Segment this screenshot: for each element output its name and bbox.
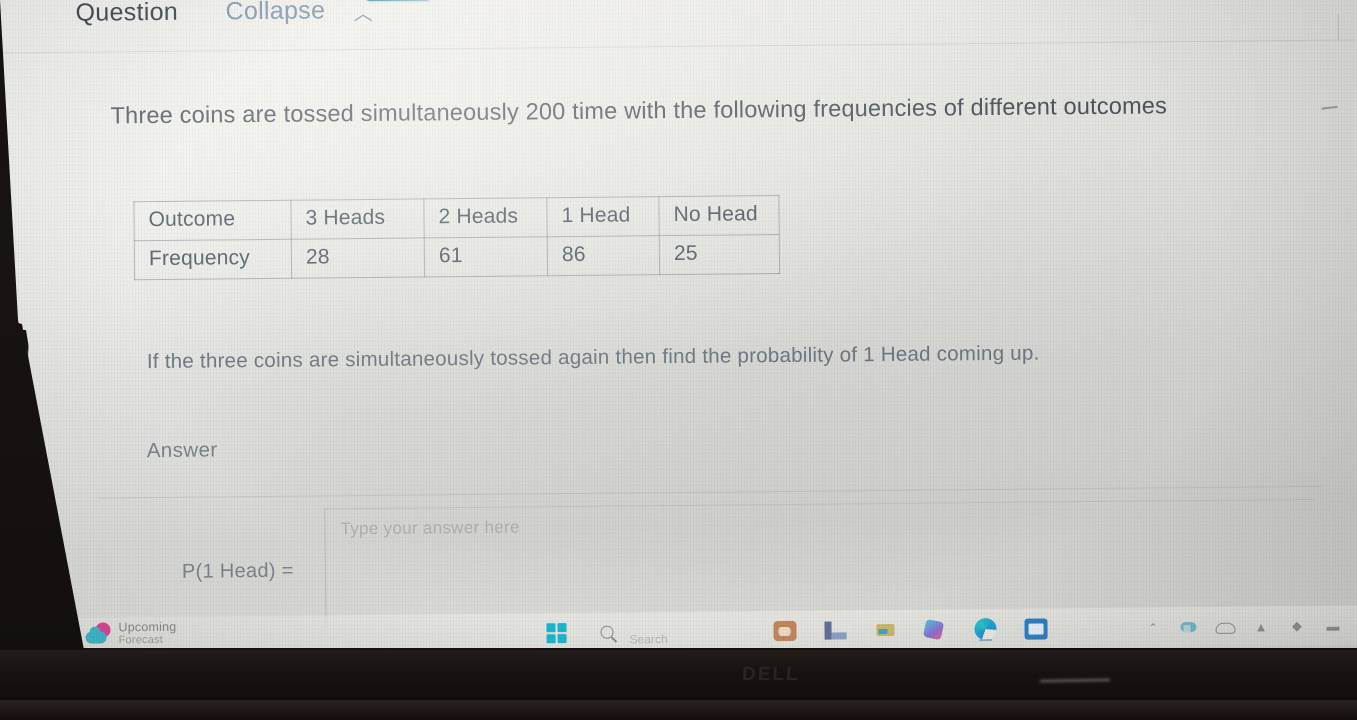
table-cell-outcome-nohead: No Head [658,195,780,236]
file-explorer-icon[interactable] [822,617,848,643]
bezel-lower-edge [0,700,1357,720]
frequency-table: Outcome 3 Heads 2 Heads 1 Head No Head F… [133,195,780,280]
photos-icon[interactable] [773,620,797,642]
right-dash-mark [1321,105,1338,110]
volume-icon[interactable]: ◆ [1287,616,1306,635]
table-cell-outcome-1head: 1 Head [546,196,660,237]
highlight-pill-button[interactable] [365,0,432,1]
edge-icon[interactable] [972,616,998,642]
question-header-label: Question [75,0,179,27]
weather-subtitle: Forecast [118,634,164,647]
question-toolbar: Question Collapse ︿ [0,0,1355,31]
mail-icon[interactable] [1024,617,1048,640]
table-cell-frequency-3heads: 28 [291,237,425,279]
question-followup-text: If the three coins are simultaneously to… [146,341,1040,374]
table-cell-outcome-header: Outcome [133,200,292,241]
network-icon[interactable]: ▲ [1251,617,1270,636]
weather-title: Upcoming [118,619,177,635]
taskbar-weather-widget[interactable]: Upcoming Forecast [85,620,176,648]
table-cell-frequency-header: Frequency [134,239,292,280]
table-cell-outcome-3heads: 3 Heads [290,198,425,240]
battery-icon[interactable]: ▬ [1323,616,1342,635]
table-cell-outcome-2heads: 2 Heads [423,197,548,238]
store-icon[interactable] [922,618,946,640]
taskbar-icon-group: Search [543,608,1048,648]
system-tray: ⌃ ▲ ◆ ▬ [1143,606,1342,648]
laptop-screen: Question Collapse ︿ Three coins are toss… [0,0,1357,648]
answer-section-label: Answer [146,438,218,463]
weather-text-block: Upcoming Forecast [118,620,176,648]
chevron-up-icon[interactable]: ︿ [353,0,372,26]
probability-expression-label: P(1 Head) = [181,559,294,583]
table-cell-frequency-1head: 86 [547,235,660,276]
table-cell-frequency-2heads: 61 [424,236,548,277]
search-placeholder: Search [629,632,668,647]
weather-icon [85,621,111,646]
cloud-icon[interactable] [1215,617,1234,636]
chevron-up-icon[interactable]: ⌃ [1143,618,1162,637]
table-cell-frequency-nohead: 25 [659,234,780,275]
start-icon[interactable] [543,620,569,646]
question-intro-text: Three coins are tossed simultaneously 20… [110,92,1168,129]
toolbar-divider [0,39,1355,54]
onedrive-icon[interactable] [1179,618,1198,637]
answer-divider [98,485,1324,499]
laptop-photo: Question Collapse ︿ Three coins are toss… [0,0,1357,720]
search-icon[interactable]: Search [595,620,668,646]
teams-icon[interactable] [874,620,896,640]
collapse-button[interactable]: Collapse [225,0,325,26]
screen-content: Question Collapse ︿ Three coins are toss… [0,0,1357,648]
dell-brand-logo: DELL [741,664,801,685]
answer-input-placeholder: Type your answer here [340,517,520,539]
table-row: Outcome 3 Heads 2 Heads 1 Head No Head [133,195,780,241]
table-row: Frequency 28 61 86 25 [134,234,780,280]
